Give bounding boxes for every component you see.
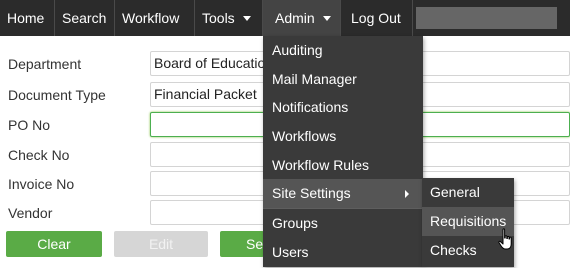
menu-item-label: Groups <box>272 215 318 231</box>
menu-item-label: Workflows <box>272 128 337 144</box>
document-type-value: Financial Packet <box>154 86 257 102</box>
department-label: Department <box>8 56 82 72</box>
nav-search-label: Search <box>62 10 107 26</box>
invoice-no-label: Invoice No <box>8 176 75 192</box>
nav-admin-label: Admin <box>275 10 315 26</box>
menu-item-notifications[interactable]: Notifications <box>263 93 423 122</box>
menu-item-workflows[interactable]: Workflows <box>263 122 423 151</box>
user-name-box <box>416 7 557 29</box>
caret-down-icon <box>242 15 251 21</box>
hand-pointer-icon <box>498 228 512 250</box>
submenu-item-label: Checks <box>430 242 477 258</box>
menu-item-label: Mail Manager <box>272 71 357 87</box>
submenu-item-label: General <box>430 184 480 200</box>
nav-home-label: Home <box>7 10 45 26</box>
po-no-label: PO No <box>8 117 51 133</box>
menu-item-label: Workflow Rules <box>272 157 369 173</box>
chevron-right-icon <box>405 190 409 198</box>
top-navbar: Home Search Workflow Tools Admin Log Out <box>0 0 570 36</box>
search-button[interactable]: Search <box>220 231 264 257</box>
menu-item-label: Auditing <box>272 42 323 58</box>
clear-button[interactable]: Clear <box>6 231 102 257</box>
menu-item-label: Users <box>272 244 309 260</box>
submenu-item-general[interactable]: General <box>422 178 514 207</box>
edit-button[interactable]: Edit <box>114 231 208 257</box>
menu-item-groups[interactable]: Groups <box>263 209 423 238</box>
menu-item-label: Site Settings <box>272 185 351 201</box>
nav-tools[interactable]: Tools <box>195 0 263 36</box>
admin-dropdown-menu: Auditing Mail Manager Notifications Work… <box>263 36 423 267</box>
vendor-label: Vendor <box>8 205 53 221</box>
department-value: Board of Education <box>154 55 274 71</box>
menu-item-workflow-rules[interactable]: Workflow Rules <box>263 151 423 180</box>
nav-workflow-label: Workflow <box>122 10 180 26</box>
site-settings-submenu: General Requisitions Checks <box>422 178 514 267</box>
nav-logout[interactable]: Log Out <box>341 0 413 36</box>
nav-search[interactable]: Search <box>55 0 115 36</box>
document-type-label: Document Type <box>8 87 106 103</box>
nav-home[interactable]: Home <box>0 0 55 36</box>
menu-item-site-settings[interactable]: Site Settings <box>263 179 423 208</box>
caret-down-icon <box>322 15 331 21</box>
nav-logout-label: Log Out <box>351 10 401 26</box>
menu-item-users[interactable]: Users <box>263 238 423 267</box>
menu-item-label: Notifications <box>272 99 349 115</box>
menu-item-auditing[interactable]: Auditing <box>263 36 423 65</box>
nav-workflow[interactable]: Workflow <box>115 0 195 36</box>
check-no-label: Check No <box>8 147 70 163</box>
nav-admin[interactable]: Admin <box>263 0 341 36</box>
menu-item-mail-manager[interactable]: Mail Manager <box>263 65 423 94</box>
nav-tools-label: Tools <box>202 10 235 26</box>
submenu-item-label: Requisitions <box>430 213 507 229</box>
